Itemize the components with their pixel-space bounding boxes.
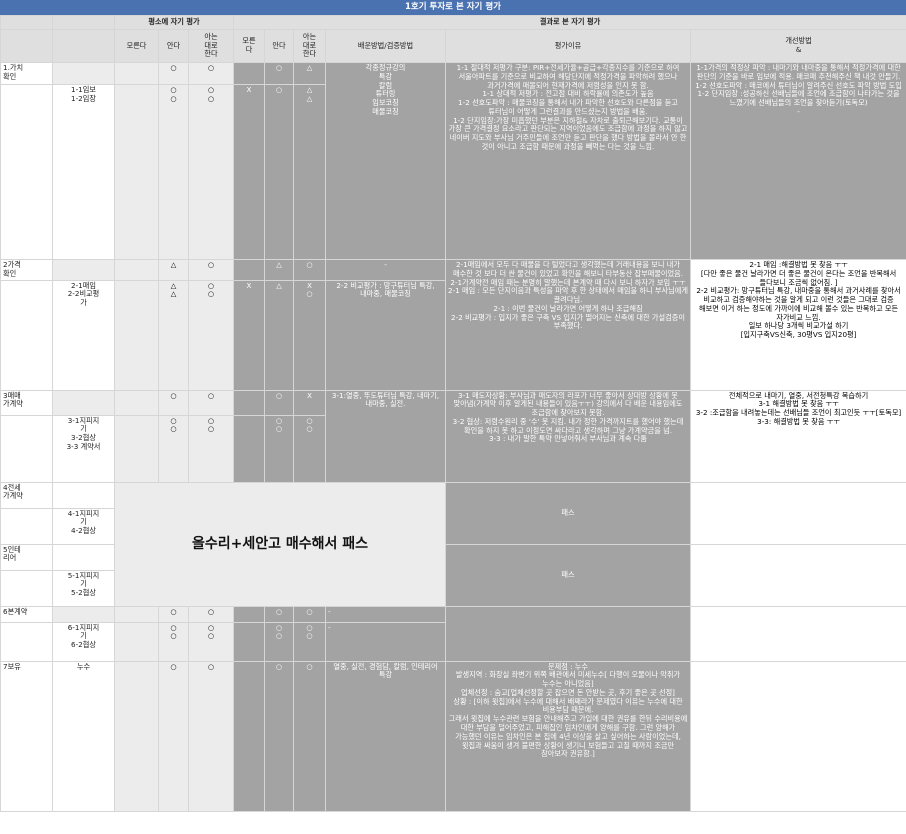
row6-sub: 6-1지피지 기 6-2협상 [52,621,115,662]
row1-learn: 각종정규강의 특강 칼럼 튜터링 임보코칭 매물코칭 [325,62,446,260]
header-sub [52,29,115,63]
row2-sub-teach: ○ ○ [188,279,234,391]
row4-category: 4전세 가계약 [0,481,53,509]
header-empty-2 [52,15,115,30]
row2-learn: - [325,259,446,281]
row7-know2: ○ [264,660,294,812]
row1-sub: 1-1임보 1-2임장 [52,84,115,260]
row3-learn: 3-1:열중, 뚜도튜터님 특강, 내마기,내마중, 실전. [325,389,446,483]
row6-sub-teach2: ○ ○ [293,621,326,662]
row2-sub: 2-1매임 2-2비교평 가 [52,279,115,391]
row2-know2: △ [264,259,294,281]
row1-know: ○ [158,62,189,85]
header-know-2: 안다 [264,29,294,63]
row3-teach2: X [293,389,326,416]
row1-sub-teach2: △ △ [293,84,326,260]
row7-teach: ○ [188,660,234,812]
row3-sub-know: ○ ○ [158,414,189,483]
row1-sub-know2: ○ [264,84,294,260]
header-learn-method: 배운방법/검증방법 [325,29,446,63]
row6-know: ○ [158,605,189,623]
row1-sub-teach: ○ ○ [188,84,234,260]
row3-know2: ○ [264,389,294,416]
row1-improve-dash: - [797,106,800,116]
row7-reason: 문제점 : 누수 발생지역 : 화장실 좌변기 위쪽 배관에서 미세누수[ 다행… [445,660,691,812]
row1-improve: 1-1가격의 적정상 파악 : 내마기와 내마중을 통해서 적정가격에 대한 판… [689,62,906,260]
header-dont-know-2: 모른 다 [233,29,265,63]
row1-teach: ○ [188,62,234,85]
header-improve: 개선방법 & [689,29,906,63]
self-evaluation-table: 평소에 자기 평가 결과로 본 자기 평가 모른다 안다 아는 대로 한다 모른… [0,15,906,812]
row7-know: ○ [158,660,189,812]
row6-sub-know2: ○ ○ [264,621,294,662]
row1-teach2: △ [293,62,326,85]
sheet-title: 1호기 투자로 본 자기 평가 [0,0,906,15]
row5-category: 5인테 리어 [0,543,53,571]
row2-sub-know: △ △ [158,279,189,391]
header-teach-2: 아는 대로 한다 [293,29,326,63]
header-reason: 평가이유 [445,29,691,63]
row6-sub-learn: - [325,621,446,662]
row6-teach: ○ [188,605,234,623]
row2-sub-know2: △ [264,279,294,391]
header-usual-group: 평소에 자기 평가 [114,15,234,30]
row2-sub-teach2: X ○ [293,279,326,391]
row3-improve: 전체적으로 내마기, 열중, 서전청특강 복습하기 3-1 해결방법 못 찾음 … [689,389,906,483]
row6-category: 6본계약 [0,605,53,623]
row3-know: ○ [158,389,189,416]
row1-sub-know: ○ ○ [158,84,189,260]
row7-learn: 열중, 실전, 경험담, 칼럼, 인테리어 특강 [325,660,446,812]
row3-sub-know2: ○ ○ [264,414,294,483]
row1-sub-dk2: X [233,84,265,260]
row7-sub: 누수 [52,660,115,812]
row4-pass: 패스 [445,481,691,545]
row3-sub: 3-1지피지 기 3-2협상 3-3 계약서 [52,414,115,483]
row2-know: △ [158,259,189,281]
row7-teach2: ○ [293,660,326,812]
header-cat [0,29,53,63]
row2-sub-dk2: X [233,279,265,391]
header-dont-know: 모른다 [114,29,159,63]
pass-banner: 올수리+세안고 매수해서 패스 [114,481,446,607]
row2-category: 2가격 확인 [0,259,53,281]
row7-category: 7보유 [0,660,53,812]
row4-sub: 4-1지피지 기 4-2협상 [52,507,115,545]
row6-sub-teach: ○ ○ [188,621,234,662]
row3-sub-teach2: ○ ○ [293,414,326,483]
row1-improve-text: 1-1가격의 적정상 파악 : 내마기와 내마중을 통해서 적정가격에 대한 판… [695,63,902,108]
row1-know2: ○ [264,62,294,85]
row6-sub-know: ○ ○ [158,621,189,662]
row3-teach: ○ [188,389,234,416]
row5-pass: 패스 [445,543,691,607]
row7-improve [689,660,906,812]
row6-learn: - [325,605,446,623]
row3-sub-teach: ○ ○ [188,414,234,483]
header-teach: 아는 대로 한다 [188,29,234,63]
row2-reason: 2-1매임에서 모두 다 매물을 다 털었다고 생각했는데 거래내용을 보니 내… [445,259,691,391]
row3-category: 3매매 가계약 [0,389,53,416]
row3-reason: 3-1 매도자상황: 부사님과 매도자의 라포가 너무 좋아서 상대방 상황에 … [445,389,691,483]
page: 1호기 투자로 본 자기 평가 평소에 자기 평가 결과로 본 자기 평가 모른… [0,0,906,834]
row6-know2: ○ [264,605,294,623]
row2-teach2: ○ [293,259,326,281]
header-empty-1 [0,15,53,30]
row6-teach2: ○ [293,605,326,623]
row2-improve: 2-1 매임 :해결방법 못 찾음 ㅜㅜ [다만 좋은 물건 날라가면 더 좋은… [689,259,906,391]
header-know: 안다 [158,29,189,63]
row2-sub-learn: 2-2 비교평가 : 망구튜터님 특강, 내마중, 매물코칭 [325,279,446,391]
header-result-group: 결과로 본 자기 평가 [232,15,906,30]
row2-teach: ○ [188,259,234,281]
row1-reason: 1-1 절대적 저평가 구분: PIR+전세가율+공급+각종지수를 기준으로 하… [445,62,691,260]
row1-category: 1.가치 확인 [0,62,53,85]
row5-sub: 5-1지피지 기 5-2협상 [52,569,115,607]
